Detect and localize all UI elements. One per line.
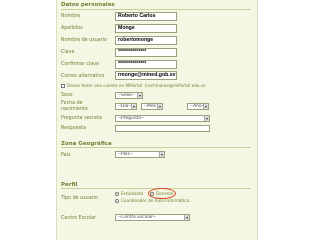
chevron-down-icon: ▾ <box>131 104 136 109</box>
chevron-down-icon: ▾ <box>157 104 162 109</box>
correo-label: Correo alternativo <box>61 74 105 79</box>
centro-select[interactable]: --Centro Escolar-- ▾ <box>115 214 190 221</box>
confirmar-input[interactable]: ************** <box>115 60 177 69</box>
usuario-label: Nombre de usuario <box>61 38 107 43</box>
radio-coordinador-label: Coordinador de Aula Informática <box>121 198 190 203</box>
dia-select[interactable]: --Día-- ▾ <box>115 103 137 110</box>
centro-label: Centro Escolar <box>61 216 96 221</box>
apellidos-input[interactable]: Monge <box>115 24 177 33</box>
tipo-label: Tipo de usuario <box>61 196 98 201</box>
registration-form-panel: Datos personales Nombre Roberto Carlos A… <box>56 0 258 240</box>
chevron-down-icon: ▾ <box>159 152 164 157</box>
centro-select-value: --Centro Escolar-- <box>118 215 156 220</box>
usuario-input[interactable]: robertomonge <box>115 36 177 45</box>
respuesta-label: Respuesta <box>61 126 86 131</box>
radio-estudiante[interactable] <box>115 192 119 196</box>
chevron-down-icon: ▾ <box>204 116 209 121</box>
radio-coordinador[interactable] <box>115 199 119 203</box>
section-personal-title: Datos personales <box>61 2 115 8</box>
pais-select[interactable]: --País-- ▾ <box>115 151 165 158</box>
pais-select-value: --País-- <box>118 152 133 157</box>
sexo-select[interactable]: --Sexo-- ▾ <box>115 92 143 99</box>
pais-label: País <box>61 153 71 158</box>
pregunta-select[interactable]: --Pregunta-- ▾ <box>115 115 210 122</box>
anio-select[interactable]: --Año-- ▾ <box>187 103 209 110</box>
clave-label: Clave <box>61 50 75 55</box>
section-divider <box>61 147 251 148</box>
section-divider <box>61 9 251 10</box>
respuesta-input[interactable] <box>115 125 210 132</box>
apellidos-label: Apellidos <box>61 26 83 31</box>
mes-select[interactable]: --Mes-- ▾ <box>141 103 163 110</box>
cuenta-checkbox-label: Deseo tener una cuenta en MiPortal. (rac… <box>67 83 206 88</box>
chevron-down-icon: ▾ <box>203 104 208 109</box>
pregunta-select-value: --Pregunta-- <box>118 116 145 121</box>
confirmar-label: Confirmar clave <box>61 62 100 67</box>
correo-input[interactable]: rmonge@mined.gob.sv <box>115 71 177 80</box>
cuenta-checkbox[interactable] <box>61 84 65 88</box>
pregunta-label: Pregunta secreta <box>61 116 102 121</box>
nombre-input[interactable]: Roberto Carlos <box>115 12 177 21</box>
chevron-down-icon: ▾ <box>137 93 142 98</box>
clave-input[interactable]: ************** <box>115 48 177 57</box>
sexo-label: Sexo <box>61 93 73 98</box>
nacimiento-label: Fecha de nacimiento <box>61 101 88 112</box>
dia-select-value: --Día-- <box>118 104 132 109</box>
nombre-label: Nombre <box>61 14 81 19</box>
radio-estudiante-label: Estudiante <box>121 191 144 196</box>
chevron-down-icon: ▾ <box>184 215 189 220</box>
sexo-select-value: --Sexo-- <box>118 93 135 98</box>
